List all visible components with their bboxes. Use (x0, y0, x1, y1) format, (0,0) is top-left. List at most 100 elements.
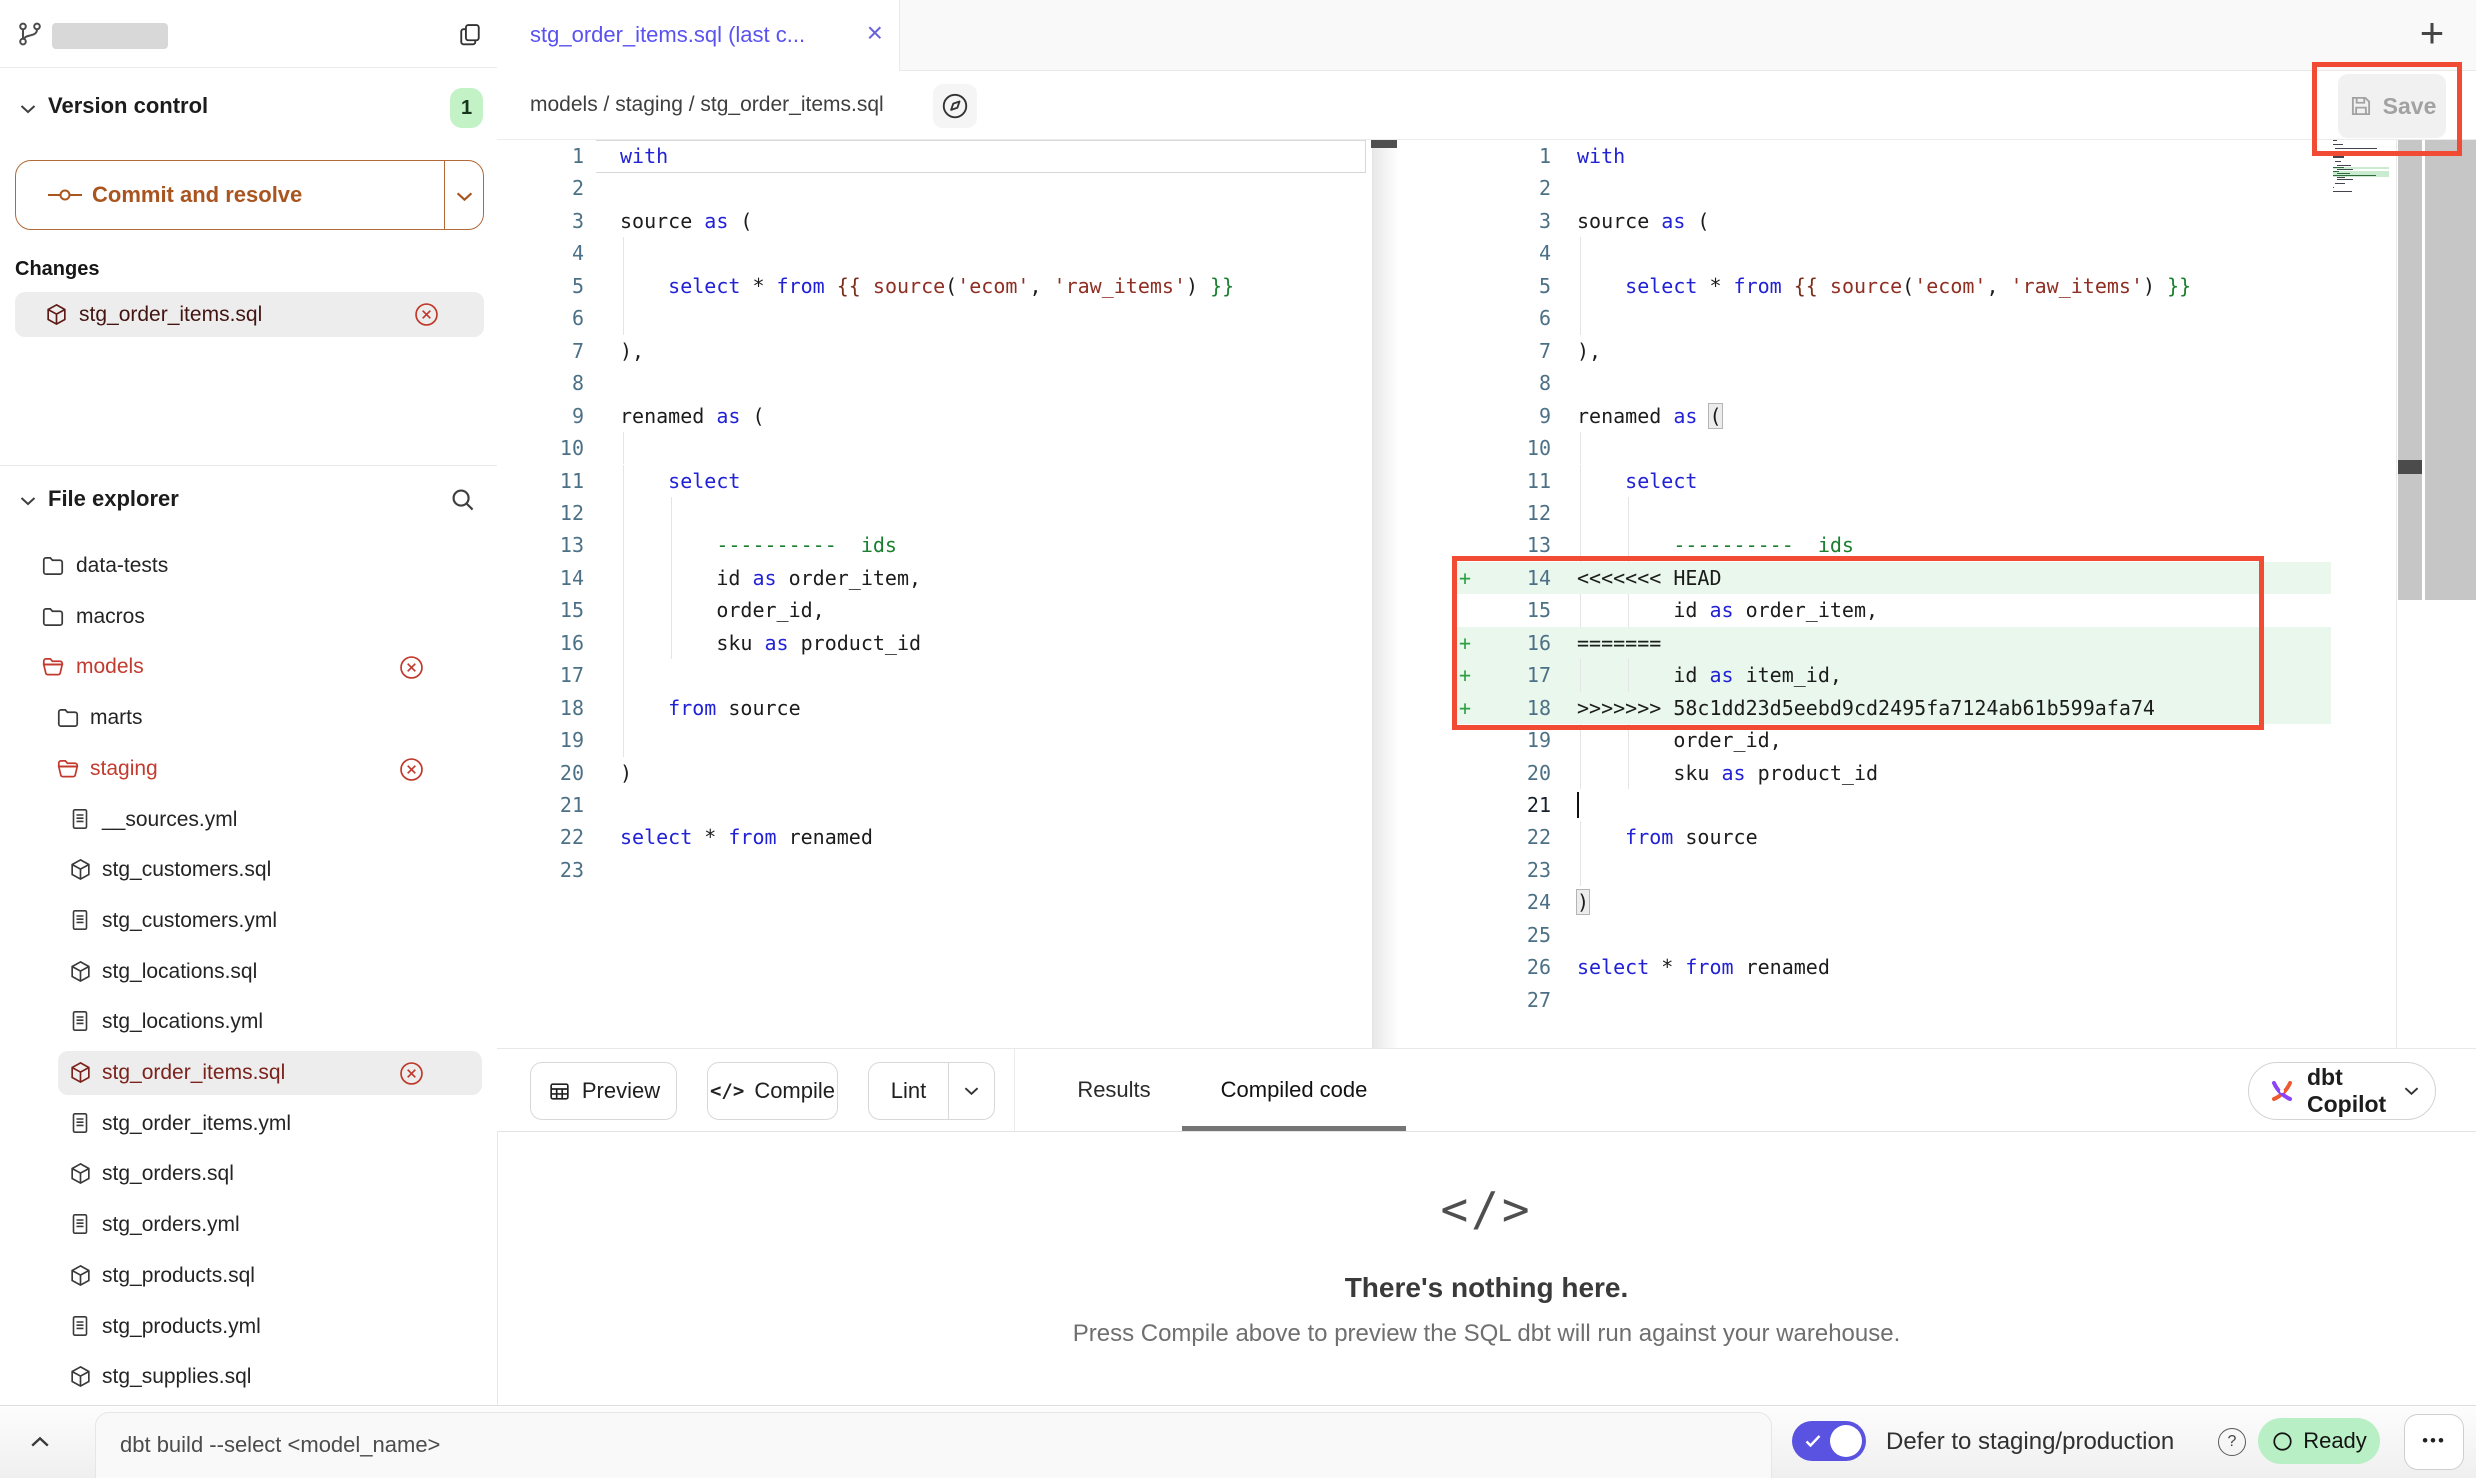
minimap-slider[interactable] (2398, 140, 2422, 600)
folder-icon (40, 553, 66, 579)
code-line: 15 order_id, (497, 594, 1372, 626)
lint-dropdown-chevron-icon[interactable] (949, 1086, 994, 1096)
doc-icon (68, 1111, 92, 1135)
file-item[interactable]: staging (0, 747, 497, 791)
discard-change-icon[interactable] (398, 654, 425, 681)
breadcrumb[interactable]: models / staging / stg_order_items.sql (530, 71, 884, 139)
file-item-label: __sources.yml (102, 798, 237, 842)
model-icon (68, 1364, 93, 1389)
code-line: 18 from source (497, 692, 1372, 724)
code-line: 23 (497, 854, 1372, 886)
doc-icon (68, 1314, 92, 1338)
file-item[interactable]: stg_locations.yml (0, 1000, 497, 1044)
file-item[interactable]: models (0, 645, 497, 689)
file-item[interactable]: stg_orders.sql (0, 1152, 497, 1196)
compile-button[interactable]: </> Compile (707, 1062, 838, 1120)
model-icon (68, 1060, 93, 1085)
code-line: 24) (1453, 886, 2331, 918)
tab-stg-order-items[interactable]: stg_order_items.sql (last c... × (497, 0, 900, 71)
code-line: 6 (1453, 302, 2331, 334)
file-item[interactable]: stg_locations.sql (0, 950, 497, 994)
file-item[interactable]: __sources.yml (0, 798, 497, 842)
file-item[interactable]: marts (0, 696, 497, 740)
save-label: Save (2383, 93, 2437, 120)
file-item-label: models (76, 645, 144, 689)
editor-tabbar: stg_order_items.sql (last c... × + (497, 0, 2476, 71)
code-line: 3source as ( (497, 205, 1372, 237)
dbt-cloud-ide: Version control 1 Commit and resolve Cha… (0, 0, 2476, 1478)
editor-pane-working[interactable]: 1with23source as (45 select * from {{ so… (1373, 140, 2476, 1048)
code-line: 19 (497, 724, 1372, 756)
file-item[interactable]: stg_supplies.sql (0, 1355, 497, 1399)
code-line: 20) (497, 757, 1372, 789)
folder-open-icon (55, 756, 81, 782)
file-item[interactable]: stg_customers.sql (0, 848, 497, 892)
save-button[interactable]: Save (2338, 74, 2446, 138)
dbt-copilot-logo-icon (2267, 1076, 2297, 1106)
scroll-track-border (2396, 140, 2397, 1048)
ready-label: Ready (2303, 1428, 2367, 1454)
copilot-dropdown-chevron-icon (2404, 1086, 2419, 1096)
file-item[interactable]: stg_products.sql (0, 1254, 497, 1298)
file-item[interactable]: macros (0, 595, 497, 639)
empty-state-title: There's nothing here. (497, 1272, 2476, 1304)
code-line: 17 (497, 659, 1372, 691)
tab-compiled-code[interactable]: Compiled code (1182, 1049, 1406, 1131)
code-line: 23 (1453, 854, 2331, 886)
code-line: 7), (1453, 335, 2331, 367)
file-item[interactable]: stg_order_items.yml (0, 1102, 497, 1146)
dbt-copilot-button[interactable]: dbt Copilot (2248, 1062, 2436, 1120)
file-item[interactable]: stg_customers.yml (0, 899, 497, 943)
lineage-compass-button[interactable] (933, 84, 977, 128)
discard-change-icon[interactable] (398, 756, 425, 783)
new-tab-button[interactable]: + (2402, 0, 2462, 70)
sidebar: Version control 1 Commit and resolve Cha… (0, 0, 498, 1405)
file-item-label: stg_customers.sql (102, 848, 271, 892)
preview-label: Preview (582, 1078, 660, 1104)
editor-pane-original[interactable]: 1with23source as (45 select * from {{ so… (497, 140, 1373, 1048)
file-item-label: marts (90, 696, 143, 740)
folder-icon (40, 604, 66, 630)
preview-button[interactable]: Preview (530, 1062, 677, 1120)
code-line: 26select * from renamed (1453, 951, 2331, 983)
discard-change-icon[interactable] (398, 1060, 425, 1087)
editor-scrollbar-thumb[interactable] (2398, 460, 2422, 474)
code-line: 14 id as order_item, (497, 562, 1372, 594)
file-item-label: stg_orders.sql (102, 1152, 234, 1196)
code-line: 12 (497, 497, 1372, 529)
code-line: 13 ---------- ids (1453, 529, 2331, 561)
doc-icon (68, 908, 92, 932)
preview-grid-icon (547, 1079, 572, 1104)
file-item[interactable]: stg_orders.yml (0, 1203, 497, 1247)
model-icon (68, 959, 93, 984)
file-item-label: stg_order_items.sql (102, 1051, 285, 1095)
code-line: 12 (1453, 497, 2331, 529)
help-icon[interactable]: ? (2218, 1428, 2246, 1456)
compile-label: Compile (754, 1078, 835, 1104)
file-item[interactable]: data-tests (0, 544, 497, 588)
code-line: 11 select (497, 465, 1372, 497)
command-input[interactable]: dbt build --select <model_name> (95, 1412, 1772, 1478)
tab-close-icon[interactable]: × (867, 0, 883, 70)
code-line: 1with (497, 140, 1372, 172)
more-options-button[interactable]: ••• (2404, 1414, 2464, 1470)
expand-command-bar-button[interactable] (18, 1418, 62, 1466)
defer-label: Defer to staging/production (1886, 1406, 2174, 1478)
code-line: +16======= (1453, 627, 2331, 659)
file-item[interactable]: stg_products.yml (0, 1305, 497, 1349)
editor-scrollbar-track[interactable] (2425, 140, 2476, 600)
code-line: 5 select * from {{ source('ecom', 'raw_i… (1453, 270, 2331, 302)
code-line: 1with (1453, 140, 2331, 172)
code-line: 20 sku as product_id (1453, 757, 2331, 789)
minimap[interactable] (2333, 140, 2391, 210)
file-item-label: stg_products.sql (102, 1254, 255, 1298)
left-pane-scrollbar-thumb[interactable] (1371, 140, 1397, 148)
file-item-label: stg_orders.yml (102, 1203, 240, 1247)
code-line: 6 (497, 302, 1372, 334)
file-item[interactable]: stg_order_items.sql (0, 1051, 497, 1095)
lint-button[interactable]: Lint (868, 1062, 995, 1120)
code-line: 10 (497, 432, 1372, 464)
ready-circle-icon (2271, 1430, 2294, 1453)
defer-toggle[interactable] (1792, 1421, 1866, 1461)
tab-results[interactable]: Results (1074, 1049, 1154, 1131)
